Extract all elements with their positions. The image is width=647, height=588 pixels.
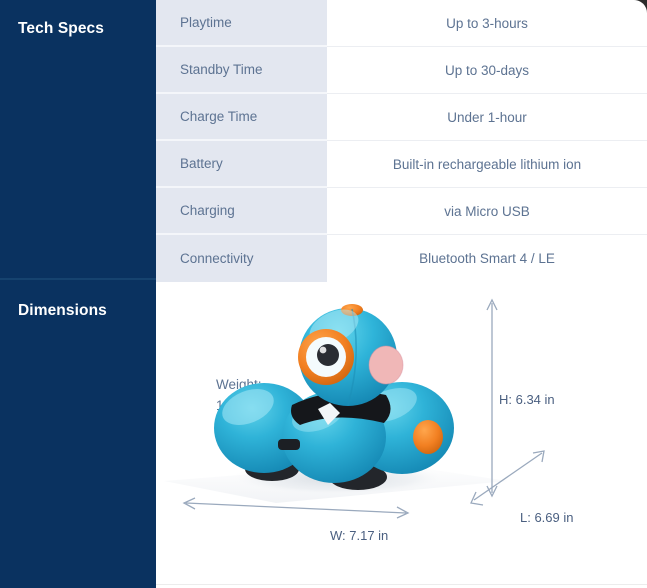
robot-body-lobe-front — [282, 391, 386, 483]
dimensions-heading: Dimensions — [18, 302, 107, 319]
spec-value-standby-time: Up to 30-days — [327, 47, 647, 94]
length-arrow-head-high — [532, 450, 545, 463]
head-seam — [347, 308, 357, 406]
table-row: Charge Time Under 1-hour — [156, 94, 647, 141]
dimension-width-label: W: 7.17 in — [330, 528, 389, 543]
width-arrow-line — [185, 502, 407, 514]
height-arrow-head-top — [486, 298, 498, 311]
tech-specs-heading: Tech Specs — [18, 20, 105, 37]
wheel-left-icon — [245, 457, 299, 481]
weight-block: Weight: 1.76 lbs — [216, 375, 263, 417]
section-sidebar: Tech Specs Dimensions — [0, 0, 156, 588]
dimension-length-label: L: 6.69 in — [520, 510, 574, 525]
chest-plate — [291, 391, 391, 425]
port-icon — [278, 439, 300, 450]
length-arrow-line — [473, 452, 543, 501]
sidebar-section-tech-specs: Tech Specs — [0, 0, 156, 278]
table-row: Battery Built-in rechargeable lithium io… — [156, 141, 647, 188]
eye-ring-icon — [298, 329, 354, 385]
sidebar-section-dimensions: Dimensions — [0, 285, 156, 588]
spec-label-charge-time: Charge Time — [156, 94, 327, 141]
spec-label-battery: Battery — [156, 141, 327, 188]
spec-value-charge-time: Under 1-hour — [327, 94, 647, 141]
table-row: Connectivity Bluetooth Smart 4 / LE — [156, 235, 647, 282]
tech-specs-page: Tech Specs Dimensions Playtime Up to 3-h… — [0, 0, 647, 588]
spec-label-charging: Charging — [156, 188, 327, 235]
height-arrow-head-bottom — [486, 485, 498, 498]
spec-value-battery: Built-in rechargeable lithium ion — [327, 141, 647, 188]
chest-diamond-icon — [318, 403, 340, 425]
spec-value-connectivity: Bluetooth Smart 4 / LE — [327, 235, 647, 282]
side-button-icon — [413, 420, 443, 454]
product-dimension-figure — [164, 298, 545, 519]
robot-body-lobe-right — [350, 382, 454, 474]
width-arrow-head-right — [396, 506, 410, 519]
eye-glint — [319, 346, 327, 354]
table-row: Playtime Up to 3-hours — [156, 0, 647, 47]
spec-value-charging: via Micro USB — [327, 188, 647, 235]
lobe-front-highlight — [292, 398, 344, 432]
lobe-right-highlight — [363, 387, 417, 423]
tech-specs-table: Playtime Up to 3-hours Standby Time Up t… — [156, 0, 647, 282]
table-row: Standby Time Up to 30-days — [156, 47, 647, 94]
dimension-height-label: H: 6.34 in — [499, 392, 555, 407]
head-nub-icon — [341, 304, 363, 316]
wheel-right-icon — [329, 464, 387, 490]
dimensions-panel: Weight: 1.76 lbs H: 6.34 in L: 6.69 in W… — [156, 285, 647, 588]
panel-bottom-rule — [156, 584, 647, 585]
head-highlight — [309, 309, 359, 345]
spec-label-playtime: Playtime — [156, 0, 327, 47]
cheek-patch-icon — [369, 346, 403, 384]
weight-label: Weight: — [216, 377, 262, 392]
length-arrow-head-low — [470, 491, 484, 506]
spec-label-connectivity: Connectivity — [156, 235, 327, 282]
sidebar-section-divider — [0, 278, 156, 285]
floor-plane — [164, 463, 508, 503]
spec-label-standby-time: Standby Time — [156, 47, 327, 94]
cheek-patch-outline — [368, 345, 404, 385]
width-arrow-head-left — [182, 497, 196, 510]
eye-pupil-icon — [317, 344, 339, 366]
table-row: Charging via Micro USB — [156, 188, 647, 235]
robot-head — [299, 308, 397, 406]
spec-value-playtime: Up to 3-hours — [327, 0, 647, 47]
robot-shadow — [228, 461, 448, 495]
eye-sclera — [306, 337, 346, 377]
weight-value: 1.76 lbs — [216, 397, 264, 413]
